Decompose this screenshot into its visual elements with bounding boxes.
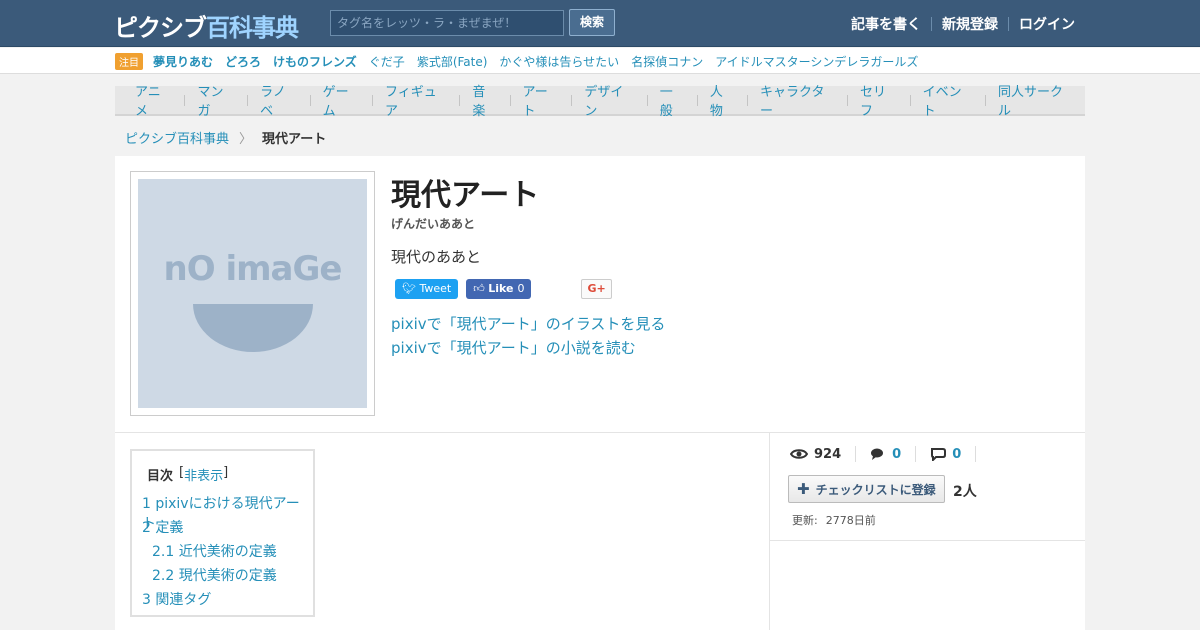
trending-item[interactable]: どろろ <box>225 53 261 70</box>
category-general[interactable]: 一般 <box>648 81 697 119</box>
pins-count: 0 <box>952 446 962 462</box>
trending-item[interactable]: ぐだ子 <box>369 53 405 70</box>
pixiv-illust-link[interactable]: pixivで「現代アート」のイラストを見る <box>391 313 665 334</box>
trending-item[interactable]: 夢見りあむ <box>153 53 213 70</box>
comments-count: 0 <box>892 446 902 462</box>
article-stats: 924 0 0 <box>790 446 990 462</box>
google-plus-button[interactable]: G+ <box>581 279 612 299</box>
category-music[interactable]: 音楽 <box>460 81 509 119</box>
site-header: ピクシブ百科事典 タグ名をレッツ・ラ・まぜまぜ！ 検索 記事を書く 新規登録 ロ… <box>0 0 1200 47</box>
search-button[interactable]: 検索 <box>569 9 615 36</box>
trending-item[interactable]: 紫式部(Fate) <box>417 53 488 70</box>
category-figure[interactable]: フィギュア <box>373 81 459 119</box>
facebook-like-icon: 👍︎ <box>473 282 489 295</box>
trending-item[interactable]: 名探偵コナン <box>631 53 703 70</box>
site-logo[interactable]: ピクシブ百科事典 <box>114 8 299 43</box>
toc-toggle-bracket: ] <box>223 465 229 480</box>
comments-icon <box>871 448 884 460</box>
trending-badge: 注目 <box>115 53 143 70</box>
search-input[interactable]: タグ名をレッツ・ラ・まぜまぜ！ <box>330 10 564 36</box>
toc-toggle-link[interactable]: 非表示 <box>184 465 223 484</box>
category-person[interactable]: 人物 <box>698 81 747 119</box>
views-count: 924 <box>814 446 842 462</box>
updated-value: 2778日前 <box>825 514 876 527</box>
trending-item[interactable]: アイドルマスターシンデレラガールズ <box>715 53 918 70</box>
tweet-label: Tweet <box>419 282 452 295</box>
divider <box>115 432 1085 433</box>
article-thumbnail: nO imaGe <box>130 171 375 416</box>
eye-icon <box>790 449 808 459</box>
plus-icon: ✚ <box>797 480 810 498</box>
pixiv-novel-link[interactable]: pixivで「現代アート」の小説を読む <box>391 337 636 358</box>
logo-sub-text: 百科事典 <box>206 14 299 42</box>
category-quote[interactable]: セリフ <box>848 81 910 119</box>
pin-icon <box>931 448 947 461</box>
like-label: Like <box>488 282 514 295</box>
updated-info: 更新: 2778日前 <box>792 512 884 528</box>
category-manga[interactable]: マンガ <box>185 81 247 119</box>
like-count: 0 <box>517 282 525 295</box>
no-image-text: nO imaGe <box>163 249 343 289</box>
add-to-checklist-button[interactable]: ✚ チェックリストに登録 <box>788 475 945 503</box>
category-anime[interactable]: アニメ <box>123 81 184 119</box>
twitter-icon: 🐦︎ <box>402 282 420 295</box>
category-nav: アニメ マンガ ラノベ ゲーム フィギュア 音楽 アート デザイン 一般 人物 … <box>115 85 1085 119</box>
comments-stat[interactable]: 0 <box>870 446 917 462</box>
write-article-link[interactable]: 記事を書く <box>841 14 931 34</box>
category-art[interactable]: アート <box>510 81 571 119</box>
breadcrumb-current: 現代アート <box>262 132 327 147</box>
divider <box>769 433 770 630</box>
share-buttons: 🐦︎ Tweet 👍︎ Like 0 G+ <box>395 279 612 299</box>
article-summary: 現代のああと <box>391 248 482 266</box>
toc-item[interactable]: 2.1 近代美術の定義 <box>152 541 277 561</box>
pins-stat[interactable]: 0 <box>930 446 977 462</box>
toc-item[interactable]: 2.2 現代美術の定義 <box>152 565 277 585</box>
trending-bar: 注目 夢見りあむ どろろ けものフレンズ ぐだ子 紫式部(Fate) かぐや様は… <box>0 48 1200 74</box>
tweet-button[interactable]: 🐦︎ Tweet <box>395 279 459 299</box>
category-character[interactable]: キャラクター <box>748 81 847 119</box>
trending-item[interactable]: かぐや様は告らせたい <box>499 53 619 70</box>
divider <box>770 540 1085 541</box>
category-event[interactable]: イベント <box>911 81 985 119</box>
page-title: 現代アート <box>391 178 540 213</box>
updated-label: 更新: <box>792 514 818 527</box>
category-doujin-circle[interactable]: 同人サークル <box>986 81 1085 119</box>
breadcrumb-home[interactable]: ピクシブ百科事典 <box>125 128 229 147</box>
signup-link[interactable]: 新規登録 <box>932 14 1008 34</box>
no-image-smile <box>193 304 313 352</box>
login-link[interactable]: ログイン <box>1009 14 1085 34</box>
no-image-placeholder: nO imaGe <box>138 179 367 408</box>
category-design[interactable]: デザイン <box>572 81 646 119</box>
toc-title: 目次 <box>147 469 174 484</box>
chevron-right-icon: 〉 <box>239 132 253 147</box>
trending-item[interactable]: けものフレンズ <box>273 53 357 70</box>
article-panel: nO imaGe 現代アート げんだいああと 現代のああと 🐦︎ Tweet 👍… <box>115 156 1085 630</box>
breadcrumb: ピクシブ百科事典 〉 現代アート <box>125 128 326 147</box>
title-reading: げんだいああと <box>391 217 476 231</box>
toc-item[interactable]: 2 定義 <box>142 517 183 537</box>
facebook-like-button[interactable]: 👍︎ Like 0 <box>466 279 532 299</box>
logo-main-text: ピクシブ <box>114 14 207 42</box>
toc-item[interactable]: 3 関連タグ <box>142 589 211 609</box>
checklist-count: 2人 <box>953 484 977 500</box>
views-stat: 924 <box>790 446 857 462</box>
checklist-label: チェックリストに登録 <box>815 482 936 497</box>
table-of-contents: 目次 [非表示] 1 pixivにおける現代アート 2 定義 2.1 近代美術の… <box>130 449 315 617</box>
header-nav: 記事を書く 新規登録 ログイン <box>841 0 1085 47</box>
category-game[interactable]: ゲーム <box>311 81 372 119</box>
category-lightnovel[interactable]: ラノベ <box>248 81 309 119</box>
toc-header: 目次 [非表示] <box>147 465 228 484</box>
